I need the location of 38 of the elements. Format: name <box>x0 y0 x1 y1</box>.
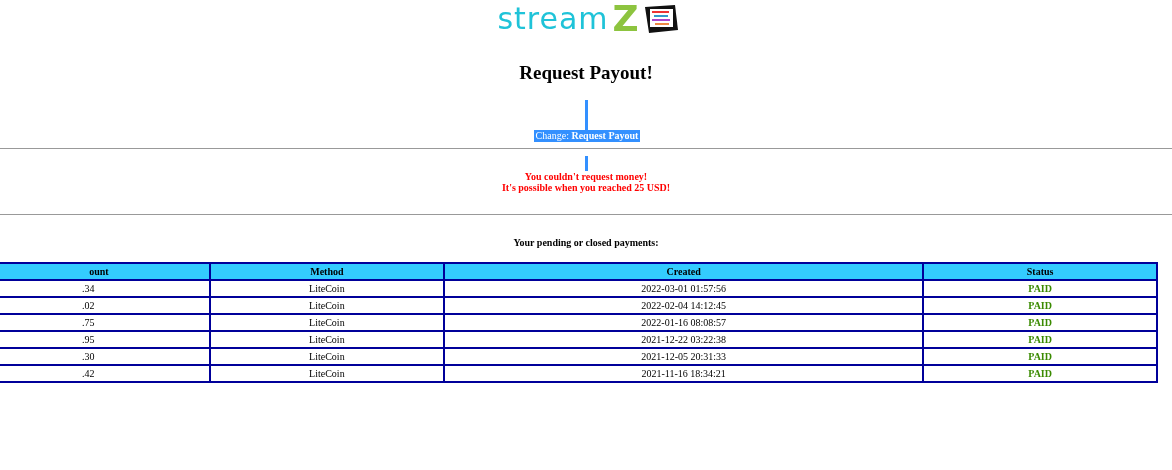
column-header: Status <box>923 263 1157 280</box>
table-cell: .95 <box>0 331 210 348</box>
table-cell: 2022-03-01 01:57:56 <box>444 280 924 297</box>
column-header: Created <box>444 263 924 280</box>
column-header: Method <box>209 263 445 280</box>
status-cell: PAID <box>923 314 1157 331</box>
logo-letter: Z <box>612 0 639 38</box>
table-cell: LiteCoin <box>209 331 445 348</box>
table-cell: 2022-01-16 08:08:57 <box>444 314 924 331</box>
table-cell: LiteCoin <box>209 365 445 382</box>
table-cell: LiteCoin <box>209 348 445 365</box>
table-cell: .30 <box>0 348 210 365</box>
table-cell: .75 <box>0 314 210 331</box>
status-cell: PAID <box>923 365 1157 382</box>
table-cell: 2021-11-16 18:34:21 <box>444 365 924 382</box>
payments-heading: Your pending or closed payments: <box>512 237 660 248</box>
selection-bar <box>584 100 588 130</box>
error-message: You couldn't request money! <box>523 171 649 182</box>
table-cell: 2021-12-22 03:22:38 <box>444 331 924 348</box>
column-header: ount <box>0 263 210 280</box>
table-cell: LiteCoin <box>209 280 445 297</box>
change-link[interactable]: Change: Request Payout <box>533 130 641 142</box>
table-cell: LiteCoin <box>209 314 445 331</box>
status-cell: PAID <box>923 331 1157 348</box>
status-cell: PAID <box>923 348 1157 365</box>
status-cell: PAID <box>923 297 1157 314</box>
tv-icon <box>642 4 679 34</box>
table-cell: 2022-02-04 14:12:45 <box>444 297 924 314</box>
table-cell: .02 <box>0 297 210 314</box>
page-title: Request Payout! <box>518 62 654 85</box>
logo-text: stream <box>497 0 609 38</box>
table-cell: LiteCoin <box>209 297 445 314</box>
table-cell: 2021-12-05 20:31:33 <box>444 348 924 365</box>
table-cell: .34 <box>0 280 210 297</box>
error-message: It's possible when you reached 25 USD! <box>501 182 671 193</box>
selection-bar <box>584 156 588 171</box>
table-cell: .42 <box>0 365 210 382</box>
status-cell: PAID <box>923 280 1157 297</box>
